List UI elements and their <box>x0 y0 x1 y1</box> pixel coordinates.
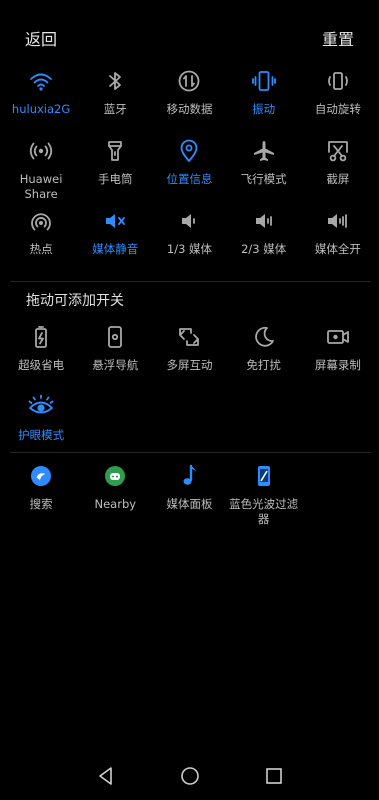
tile-label: 移动数据 <box>166 102 213 116</box>
tile-label: 媒体静音 <box>92 242 139 256</box>
tile-label: 1/3 媒体 <box>166 242 213 256</box>
tile-label: 屏幕录制 <box>314 358 361 372</box>
power-saver-icon <box>26 322 56 352</box>
tile-volume-one-third[interactable]: 1/3 媒体 <box>152 206 226 276</box>
tile-screenshot[interactable]: 截屏 <box>301 136 375 206</box>
tile-label: Nearby <box>94 497 137 511</box>
back-button[interactable]: 返回 <box>25 26 57 50</box>
tile-label: 媒体面板 <box>166 497 213 511</box>
flashlight-icon <box>100 136 130 166</box>
do-not-disturb-icon <box>249 322 279 352</box>
available-tiles-grid: 超级省电 悬浮导航 多屏互动 免打扰 屏幕录制护眼模式 <box>4 322 375 462</box>
mobile-data-icon <box>174 66 204 96</box>
tile-label: 护眼模式 <box>18 428 65 442</box>
tile-label: 悬浮导航 <box>92 358 139 372</box>
tile-mobile-data[interactable]: 移动数据 <box>152 66 226 136</box>
tile-auto-rotate[interactable]: 自动旋转 <box>301 66 375 136</box>
tile-nearby-app[interactable]: Nearby <box>78 461 152 531</box>
tile-label: 位置信息 <box>166 172 213 186</box>
location-icon <box>174 136 204 166</box>
tile-screen-record[interactable]: 屏幕录制 <box>301 322 375 392</box>
tile-label: 多屏互动 <box>166 358 213 372</box>
vibrate-icon <box>249 66 279 96</box>
tile-huawei-share[interactable]: Huawei Share <box>4 136 78 206</box>
media-panel-icon <box>174 461 204 491</box>
tile-airplane[interactable]: 飞行模式 <box>227 136 301 206</box>
app-tiles-grid: 搜索 Nearby 媒体面板 蓝色光波过滤器 <box>4 461 375 531</box>
floating-nav-icon <box>100 322 130 352</box>
header: 返回 重置 <box>0 26 379 54</box>
tile-do-not-disturb[interactable]: 免打扰 <box>227 322 301 392</box>
section-title: 拖动可添加开关 <box>26 293 124 309</box>
volume-two-thirds-icon <box>249 206 279 236</box>
tile-label: 媒体全开 <box>314 242 361 256</box>
active-tiles-grid: huluxia2G 蓝牙 移动数据 振动 自动旋转 Huawei Share 手电筒 位置信息… <box>4 66 375 276</box>
tile-label: 振动 <box>252 102 276 116</box>
tile-label: 自动旋转 <box>314 102 361 116</box>
tile-media-mute[interactable]: 媒体静音 <box>78 206 152 276</box>
tile-multi-screen[interactable]: 多屏互动 <box>152 322 226 392</box>
tile-hotspot[interactable]: 热点 <box>4 206 78 276</box>
divider <box>10 281 371 282</box>
tile-volume-two-thirds[interactable]: 2/3 媒体 <box>227 206 301 276</box>
tile-vibrate[interactable]: 振动 <box>227 66 301 136</box>
tile-label: 热点 <box>29 242 53 256</box>
volume-one-third-icon <box>174 206 204 236</box>
wifi-icon <box>26 66 56 96</box>
tile-search-app[interactable]: 搜索 <box>4 461 78 531</box>
tile-label: 手电筒 <box>98 172 133 186</box>
tile-label: 截屏 <box>326 172 350 186</box>
navigation-bar <box>0 752 379 800</box>
multi-screen-icon <box>174 322 204 352</box>
tile-label: huluxia2G <box>11 102 71 116</box>
search-app-icon <box>26 461 56 491</box>
tile-floating-nav[interactable]: 悬浮导航 <box>78 322 152 392</box>
volume-full-icon <box>323 206 353 236</box>
huawei-share-icon <box>26 136 56 166</box>
tile-label: 2/3 媒体 <box>241 242 287 256</box>
tile-bluetooth[interactable]: 蓝牙 <box>78 66 152 136</box>
recents-icon[interactable] <box>264 766 284 786</box>
tile-media-panel[interactable]: 媒体面板 <box>152 461 226 531</box>
reset-button[interactable]: 重置 <box>322 26 354 50</box>
blue-light-filter-icon <box>249 461 279 491</box>
home-icon[interactable] <box>180 766 200 786</box>
back-icon[interactable] <box>96 766 116 786</box>
screenshot-icon <box>323 136 353 166</box>
hotspot-icon <box>26 206 56 236</box>
tile-blue-light-filter[interactable]: 蓝色光波过滤器 <box>227 461 301 531</box>
tile-label: 飞行模式 <box>240 172 287 186</box>
screen-record-icon <box>323 322 353 352</box>
airplane-icon <box>249 136 279 166</box>
tile-label: 搜索 <box>29 497 53 511</box>
tile-label: 免打扰 <box>246 358 281 372</box>
eye-comfort-icon <box>26 392 56 422</box>
media-mute-icon <box>100 206 130 236</box>
tile-volume-full[interactable]: 媒体全开 <box>301 206 375 276</box>
divider <box>10 452 371 453</box>
tile-label: 蓝色光波过滤器 <box>229 497 299 526</box>
tile-location[interactable]: 位置信息 <box>152 136 226 206</box>
nearby-app-icon <box>100 461 130 491</box>
tile-power-saver[interactable]: 超级省电 <box>4 322 78 392</box>
tile-label: 蓝牙 <box>103 102 127 116</box>
tile-flashlight[interactable]: 手电筒 <box>78 136 152 206</box>
auto-rotate-icon <box>323 66 353 96</box>
tile-wifi[interactable]: huluxia2G <box>4 66 78 136</box>
tile-label: Huawei Share <box>19 172 63 201</box>
bluetooth-icon <box>100 66 130 96</box>
tile-label: 超级省电 <box>18 358 65 372</box>
quick-settings-editor: 返回 重置 huluxia2G 蓝牙 移动数据 振动 自动旋转 Huawei Share 手… <box>0 0 379 800</box>
